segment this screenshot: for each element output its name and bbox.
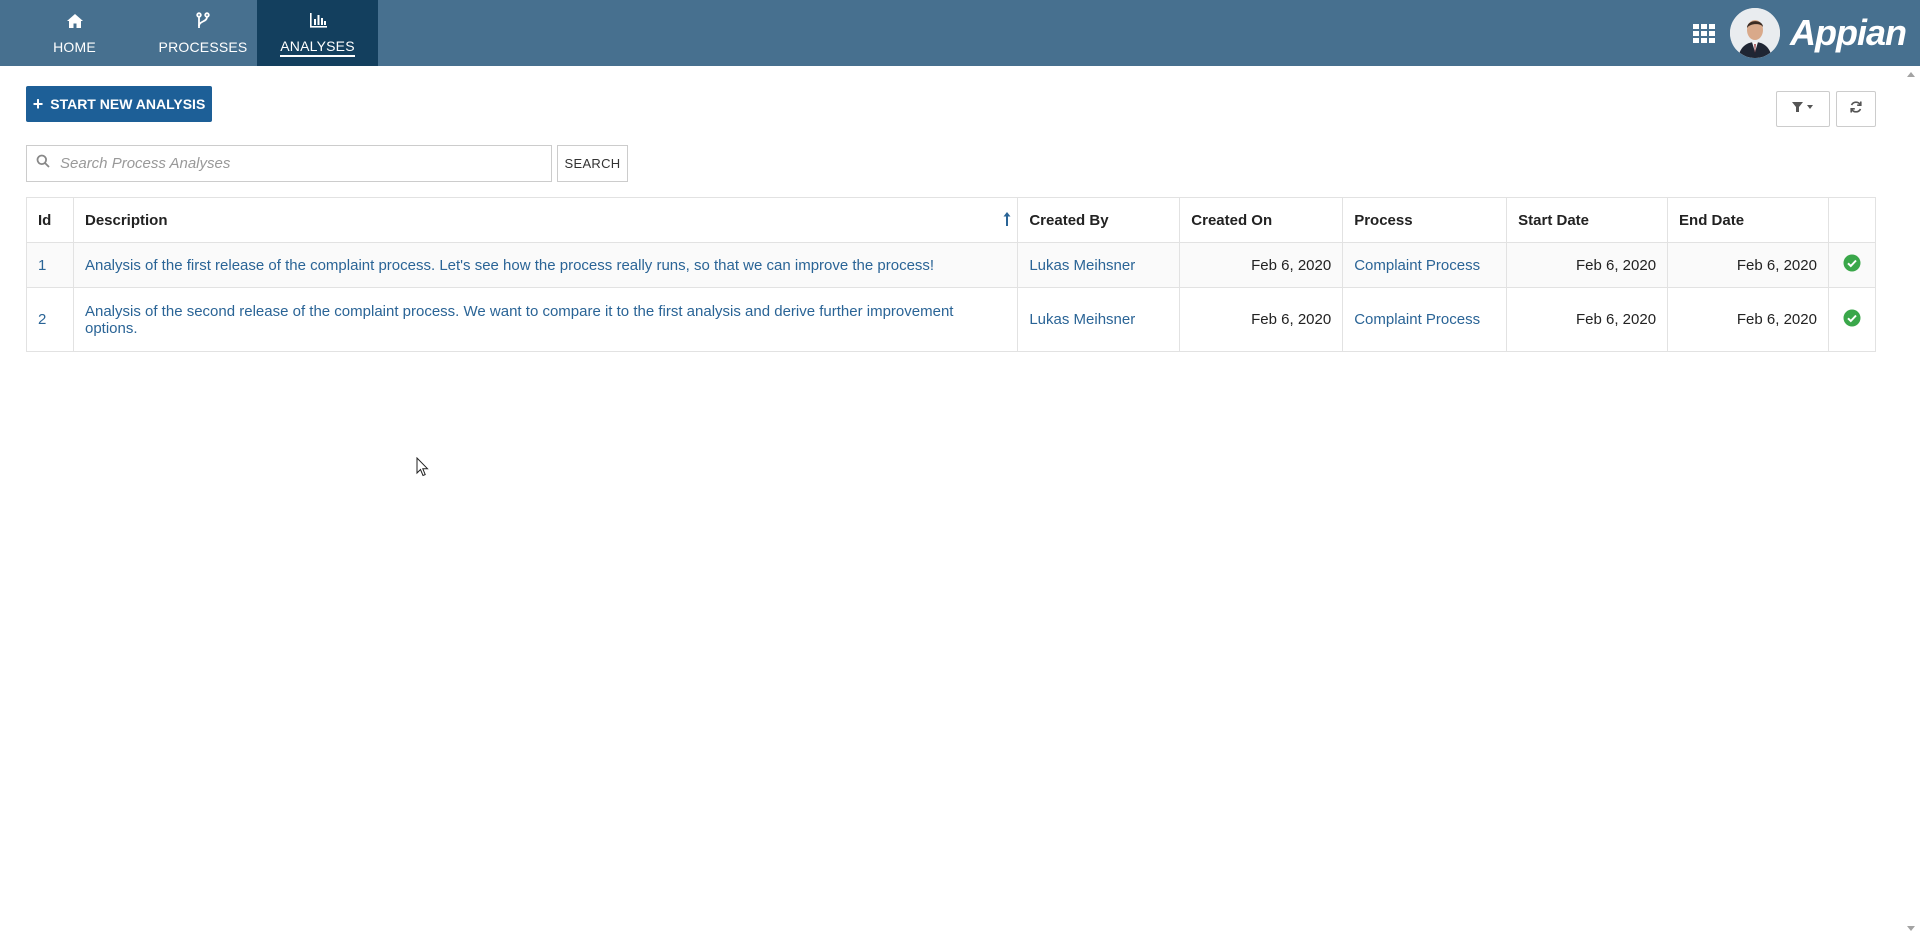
search-button[interactable]: SEARCH bbox=[557, 145, 628, 182]
column-header-status bbox=[1827, 197, 1877, 243]
row-created-on: Feb 6, 2020 bbox=[1179, 287, 1344, 352]
row-status bbox=[1827, 242, 1877, 288]
top-navigation-bar: HOME PROCESSES ANALYSES Appian bbox=[0, 0, 1920, 66]
row-id-link[interactable]: 2 bbox=[26, 287, 74, 352]
tab-processes-label: PROCESSES bbox=[158, 39, 248, 55]
scroll-up-icon[interactable] bbox=[1907, 72, 1915, 77]
bar-chart-icon bbox=[308, 10, 328, 38]
row-description-link[interactable]: Analysis of the second release of the co… bbox=[72, 287, 1019, 352]
row-process-link[interactable]: Complaint Process bbox=[1342, 242, 1508, 288]
column-header-description-label: Description bbox=[84, 211, 168, 229]
start-new-analysis-label: START NEW ANALYSIS bbox=[50, 96, 206, 112]
search-field[interactable] bbox=[26, 145, 552, 182]
start-new-analysis-button[interactable]: + START NEW ANALYSIS bbox=[26, 86, 212, 122]
column-header-process[interactable]: Process bbox=[1342, 197, 1508, 243]
tab-home[interactable]: HOME bbox=[0, 0, 149, 66]
main-nav: HOME PROCESSES ANALYSES bbox=[0, 0, 378, 66]
column-header-id[interactable]: Id bbox=[26, 197, 74, 243]
row-id-link[interactable]: 1 bbox=[26, 242, 74, 288]
column-header-end-date[interactable]: End Date bbox=[1667, 197, 1829, 243]
column-header-created-on[interactable]: Created On bbox=[1179, 197, 1344, 243]
grid-icon[interactable] bbox=[1692, 21, 1716, 45]
header-right: Appian bbox=[1692, 0, 1920, 66]
scroll-down-icon[interactable] bbox=[1907, 926, 1915, 931]
row-process-link[interactable]: Complaint Process bbox=[1342, 287, 1508, 352]
row-created-by-link[interactable]: Lukas Meihsner bbox=[1017, 242, 1181, 288]
column-header-description[interactable]: Description bbox=[72, 197, 1019, 243]
plus-icon: + bbox=[32, 94, 44, 114]
branch-icon bbox=[193, 11, 213, 39]
table-row: 2 Analysis of the second release of the … bbox=[26, 287, 1877, 352]
filter-icon bbox=[1791, 100, 1815, 118]
table-row: 1 Analysis of the first release of the c… bbox=[26, 242, 1877, 288]
refresh-button[interactable] bbox=[1836, 91, 1876, 127]
mouse-cursor-icon bbox=[416, 456, 430, 482]
sort-ascending-icon[interactable] bbox=[1003, 211, 1011, 231]
vertical-scrollbar[interactable] bbox=[1903, 66, 1920, 937]
row-end-date: Feb 6, 2020 bbox=[1667, 242, 1829, 288]
refresh-icon bbox=[1849, 100, 1863, 119]
row-status bbox=[1827, 287, 1877, 352]
check-circle-icon bbox=[1843, 254, 1861, 276]
row-description-link[interactable]: Analysis of the first release of the com… bbox=[72, 242, 1019, 288]
home-icon bbox=[65, 11, 85, 39]
table-header-row: Id Description Created By Created On Pro… bbox=[26, 197, 1877, 243]
column-header-created-by[interactable]: Created By bbox=[1017, 197, 1181, 243]
filter-button[interactable] bbox=[1776, 91, 1830, 127]
check-circle-icon bbox=[1843, 309, 1861, 331]
row-start-date: Feb 6, 2020 bbox=[1506, 287, 1669, 352]
brand-logo: Appian bbox=[1790, 12, 1907, 53]
tab-analyses-label: ANALYSES bbox=[280, 38, 355, 57]
row-created-on: Feb 6, 2020 bbox=[1179, 242, 1344, 288]
tab-analyses[interactable]: ANALYSES bbox=[257, 0, 378, 66]
avatar[interactable] bbox=[1730, 8, 1780, 58]
analyses-table: Id Description Created By Created On Pro… bbox=[26, 197, 1877, 352]
tab-home-label: HOME bbox=[53, 39, 96, 55]
search-icon bbox=[27, 154, 58, 173]
search-input[interactable] bbox=[58, 154, 532, 173]
row-start-date: Feb 6, 2020 bbox=[1506, 242, 1669, 288]
row-end-date: Feb 6, 2020 bbox=[1667, 287, 1829, 352]
tab-processes[interactable]: PROCESSES bbox=[149, 0, 257, 66]
column-header-start-date[interactable]: Start Date bbox=[1506, 197, 1669, 243]
row-created-by-link[interactable]: Lukas Meihsner bbox=[1017, 287, 1181, 352]
